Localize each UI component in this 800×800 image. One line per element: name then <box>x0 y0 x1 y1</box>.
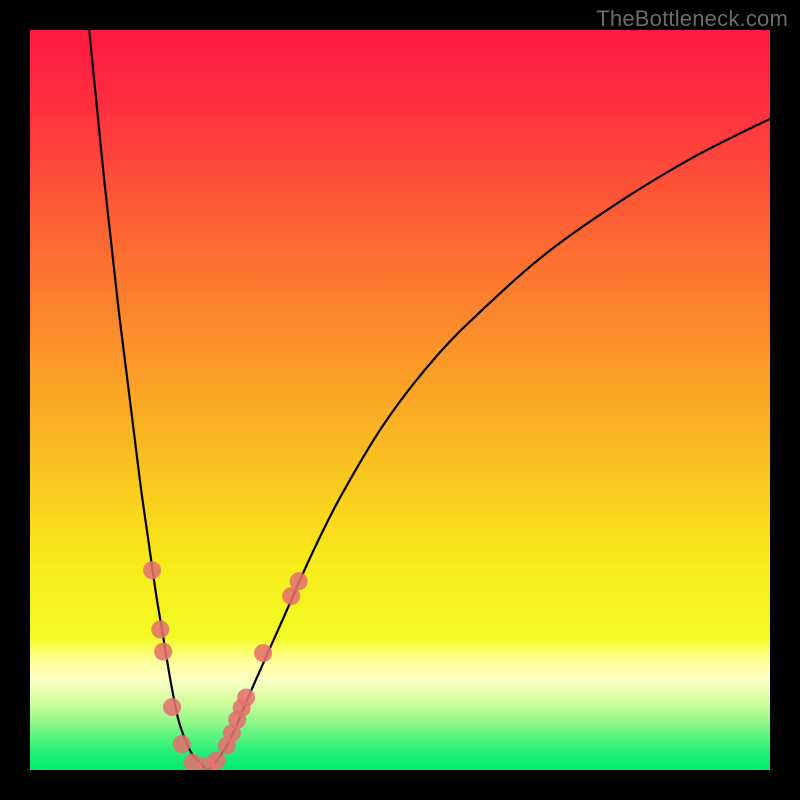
data-marker <box>173 735 191 753</box>
data-marker <box>290 572 308 590</box>
data-marker <box>163 698 181 716</box>
data-marker <box>151 620 169 638</box>
bottleneck-curve <box>89 30 770 770</box>
data-marker <box>143 561 161 579</box>
data-marker <box>154 643 172 661</box>
data-marker <box>207 751 225 769</box>
chart-frame: TheBottleneck.com <box>0 0 800 800</box>
watermark-text: TheBottleneck.com <box>596 6 788 32</box>
curve-layer <box>30 30 770 770</box>
plot-area <box>30 30 770 770</box>
data-marker <box>254 644 272 662</box>
data-marker <box>237 688 255 706</box>
